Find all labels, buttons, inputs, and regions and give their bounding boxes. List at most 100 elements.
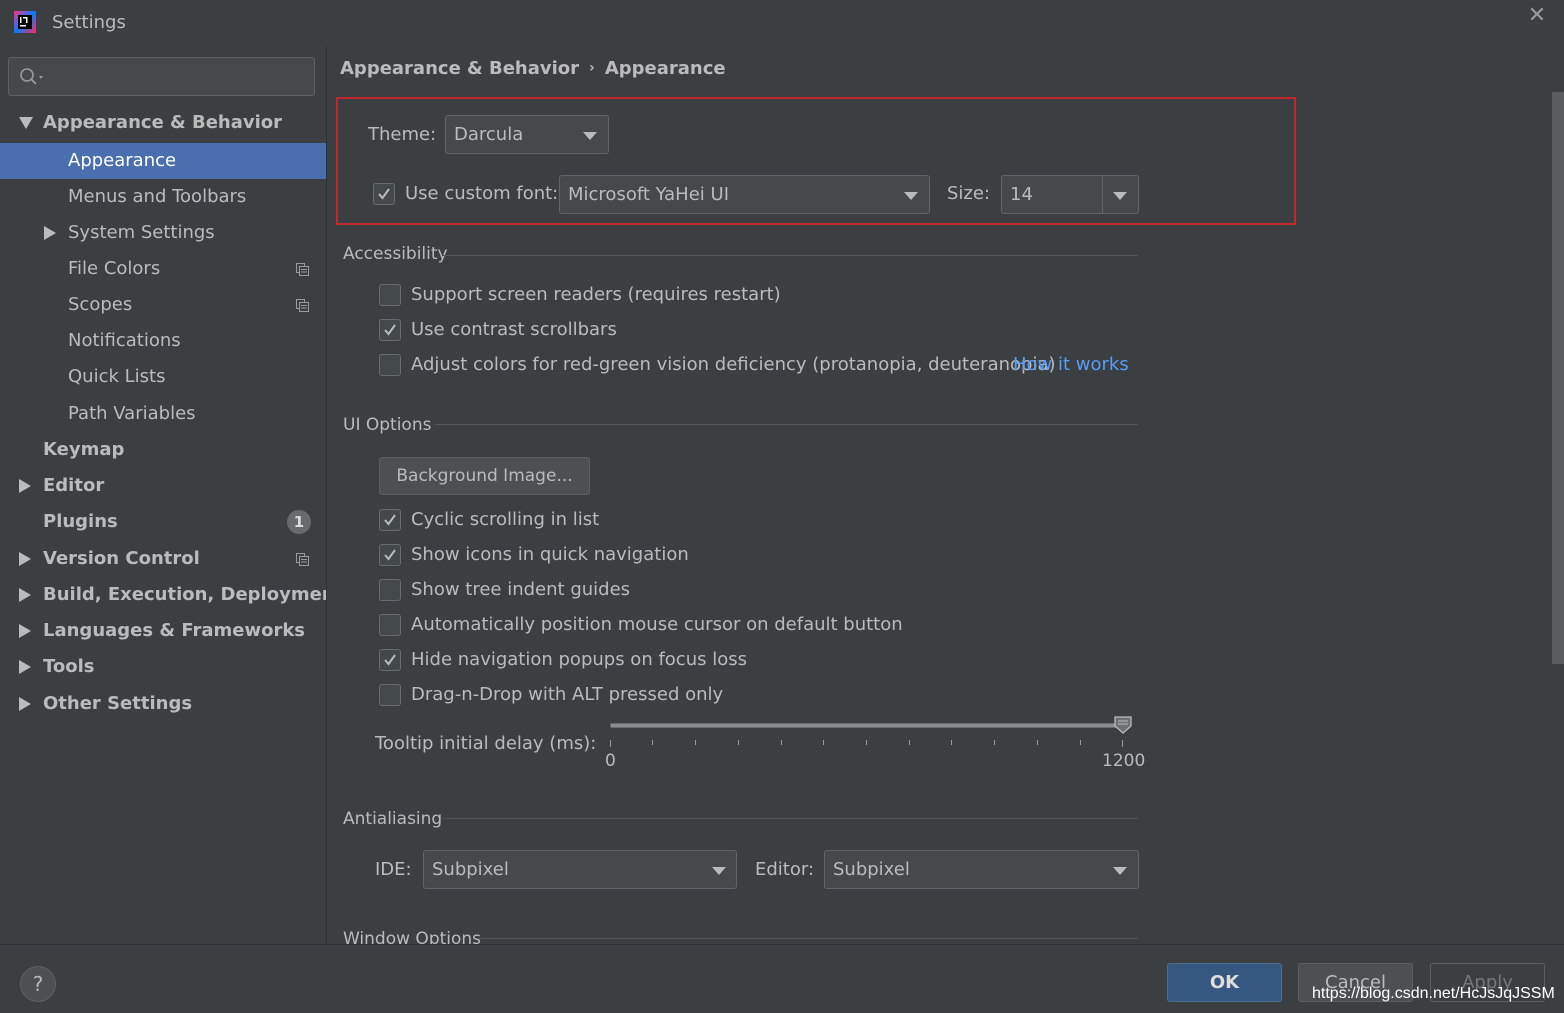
background-image-button[interactable]: Background Image... bbox=[379, 457, 590, 495]
use-custom-font-checkbox[interactable] bbox=[373, 183, 395, 205]
project-level-icon bbox=[296, 553, 309, 566]
sidebar-item-build-execution-deployment[interactable]: Build, Execution, Deployment bbox=[0, 577, 343, 613]
watermark-text: https://blog.csdn.net/HcJsJqJSSM bbox=[1312, 985, 1555, 1002]
how-it-works-link[interactable]: How it works bbox=[1013, 354, 1129, 375]
chevron-down-icon bbox=[1113, 867, 1127, 875]
breadcrumb: Appearance & Behavior › Appearance bbox=[340, 58, 726, 79]
sidebar-item-file-colors[interactable]: File Colors bbox=[0, 251, 326, 287]
tree-indent-guides-checkbox[interactable] bbox=[379, 579, 401, 601]
sidebar-item-label: Keymap bbox=[43, 439, 125, 460]
window-title: Settings bbox=[52, 12, 126, 33]
sidebar-item-appearance-behavior[interactable]: Appearance & Behavior bbox=[0, 105, 326, 141]
chevron-right-icon bbox=[19, 588, 31, 602]
slider-fill bbox=[611, 724, 1122, 727]
chevron-down-icon[interactable] bbox=[1113, 192, 1127, 200]
checkmark-icon bbox=[384, 324, 396, 336]
sidebar-item-label: Plugins bbox=[43, 511, 118, 532]
chevron-right-icon bbox=[19, 697, 31, 711]
sidebar-item-languages-frameworks[interactable]: Languages & Frameworks bbox=[0, 613, 326, 649]
color-deficiency-checkbox[interactable] bbox=[379, 354, 401, 376]
project-level-icon bbox=[296, 263, 309, 276]
sidebar-item-notifications[interactable]: Notifications bbox=[0, 323, 326, 359]
show-icons-checkbox[interactable] bbox=[379, 544, 401, 566]
ide-antialiasing-value: Subpixel bbox=[432, 859, 509, 880]
checkmark-icon bbox=[378, 188, 390, 200]
tooltip-delay-slider[interactable] bbox=[610, 723, 1123, 728]
breadcrumb-parent[interactable]: Appearance & Behavior bbox=[340, 58, 579, 79]
sidebar-item-scopes[interactable]: Scopes bbox=[0, 287, 326, 323]
sidebar-item-path-variables[interactable]: Path Variables bbox=[0, 396, 326, 432]
slider-tick bbox=[909, 740, 910, 745]
sidebar-item-label: File Colors bbox=[68, 258, 161, 279]
chevron-right-icon bbox=[19, 660, 31, 674]
slider-tick bbox=[823, 740, 824, 745]
sidebar-item-system-settings[interactable]: System Settings bbox=[0, 215, 326, 251]
chevron-right-icon bbox=[19, 624, 31, 638]
font-size-label: Size: bbox=[947, 183, 991, 204]
show-icons-label: Show icons in quick navigation bbox=[411, 544, 689, 565]
theme-dropdown[interactable]: Darcula bbox=[445, 115, 609, 154]
editor-antialiasing-value: Subpixel bbox=[833, 859, 910, 880]
contrast-scrollbars-label: Use contrast scrollbars bbox=[411, 319, 617, 340]
project-level-icon bbox=[296, 299, 309, 312]
sidebar-item-quick-lists[interactable]: Quick Lists bbox=[0, 359, 326, 395]
slider-thumb[interactable] bbox=[1113, 715, 1133, 735]
chevron-right-icon bbox=[44, 226, 56, 240]
hide-navigation-popups-checkbox[interactable] bbox=[379, 649, 401, 671]
theme-value: Darcula bbox=[454, 124, 524, 145]
help-button[interactable]: ? bbox=[20, 966, 56, 1002]
auto-position-cursor-checkbox[interactable] bbox=[379, 614, 401, 636]
sidebar-item-label: Version Control bbox=[43, 548, 200, 569]
ide-antialiasing-dropdown[interactable]: Subpixel bbox=[423, 850, 737, 889]
dialog-footer: ? OK Cancel Apply https://blog.csdn.net/… bbox=[0, 944, 1564, 1013]
slider-tick bbox=[781, 740, 782, 745]
sidebar-item-label: Build, Execution, Deployment bbox=[43, 584, 344, 605]
tooltip-delay-label: Tooltip initial delay (ms): bbox=[375, 733, 597, 754]
checkmark-icon bbox=[384, 514, 396, 526]
sidebar-item-other-settings[interactable]: Other Settings bbox=[0, 686, 326, 722]
section-divider bbox=[443, 818, 1138, 819]
close-icon[interactable]: ✕ bbox=[1526, 5, 1548, 27]
sidebar-item-label: Scopes bbox=[68, 294, 133, 315]
screen-readers-label: Support screen readers (requires restart… bbox=[411, 284, 781, 305]
chevron-right-icon bbox=[19, 479, 31, 493]
ok-button[interactable]: OK bbox=[1167, 963, 1282, 1002]
slider-tick bbox=[994, 740, 995, 745]
slider-max-label: 1200 bbox=[1102, 751, 1146, 771]
drag-n-drop-alt-checkbox[interactable] bbox=[379, 684, 401, 706]
chevron-down-icon bbox=[19, 117, 33, 129]
window-options-section-title: Window Options bbox=[343, 929, 482, 944]
search-icon bbox=[20, 68, 43, 85]
font-size-combobox[interactable]: 14 bbox=[1001, 175, 1139, 214]
ide-antialiasing-label: IDE: bbox=[375, 859, 412, 880]
section-divider bbox=[435, 424, 1138, 425]
appearance-settings-panel: Appearance & Behavior › Appearance Theme: … bbox=[327, 46, 1552, 944]
plugins-update-badge: 1 bbox=[287, 510, 311, 534]
search-input[interactable] bbox=[8, 57, 315, 96]
chevron-right-icon bbox=[19, 552, 31, 566]
drag-n-drop-alt-label: Drag-n-Drop with ALT pressed only bbox=[411, 684, 724, 705]
sidebar-item-label: Menus and Toolbars bbox=[68, 186, 247, 207]
font-value: Microsoft YaHei UI bbox=[568, 184, 729, 205]
hide-navigation-popups-label: Hide navigation popups on focus loss bbox=[411, 649, 747, 670]
sidebar-item-label: Languages & Frameworks bbox=[43, 620, 306, 641]
chevron-down-icon bbox=[712, 867, 726, 875]
sidebar-item-label: Tools bbox=[43, 656, 95, 677]
contrast-scrollbars-checkbox[interactable] bbox=[379, 319, 401, 341]
font-dropdown[interactable]: Microsoft YaHei UI bbox=[559, 175, 930, 214]
editor-antialiasing-dropdown[interactable]: Subpixel bbox=[824, 850, 1139, 889]
slider-tick bbox=[866, 740, 867, 745]
sidebar-item-menus-toolbars[interactable]: Menus and Toolbars bbox=[0, 179, 326, 215]
content-scrollbar[interactable] bbox=[1552, 92, 1564, 664]
sidebar-item-appearance[interactable]: Appearance bbox=[0, 143, 326, 179]
sidebar-item-version-control[interactable]: Version Control bbox=[0, 541, 326, 577]
sidebar-item-keymap[interactable]: Keymap bbox=[0, 432, 326, 468]
sidebar-item-tools[interactable]: Tools bbox=[0, 649, 326, 685]
cyclic-scrolling-checkbox[interactable] bbox=[379, 509, 401, 531]
screen-readers-checkbox[interactable] bbox=[379, 284, 401, 306]
sidebar-item-editor[interactable]: Editor bbox=[0, 468, 326, 504]
font-size-value: 14 bbox=[1010, 184, 1033, 205]
sidebar-item-label: System Settings bbox=[68, 222, 215, 243]
slider-min-label: 0 bbox=[605, 751, 616, 771]
sidebar-item-plugins[interactable]: Plugins 1 bbox=[0, 504, 326, 540]
